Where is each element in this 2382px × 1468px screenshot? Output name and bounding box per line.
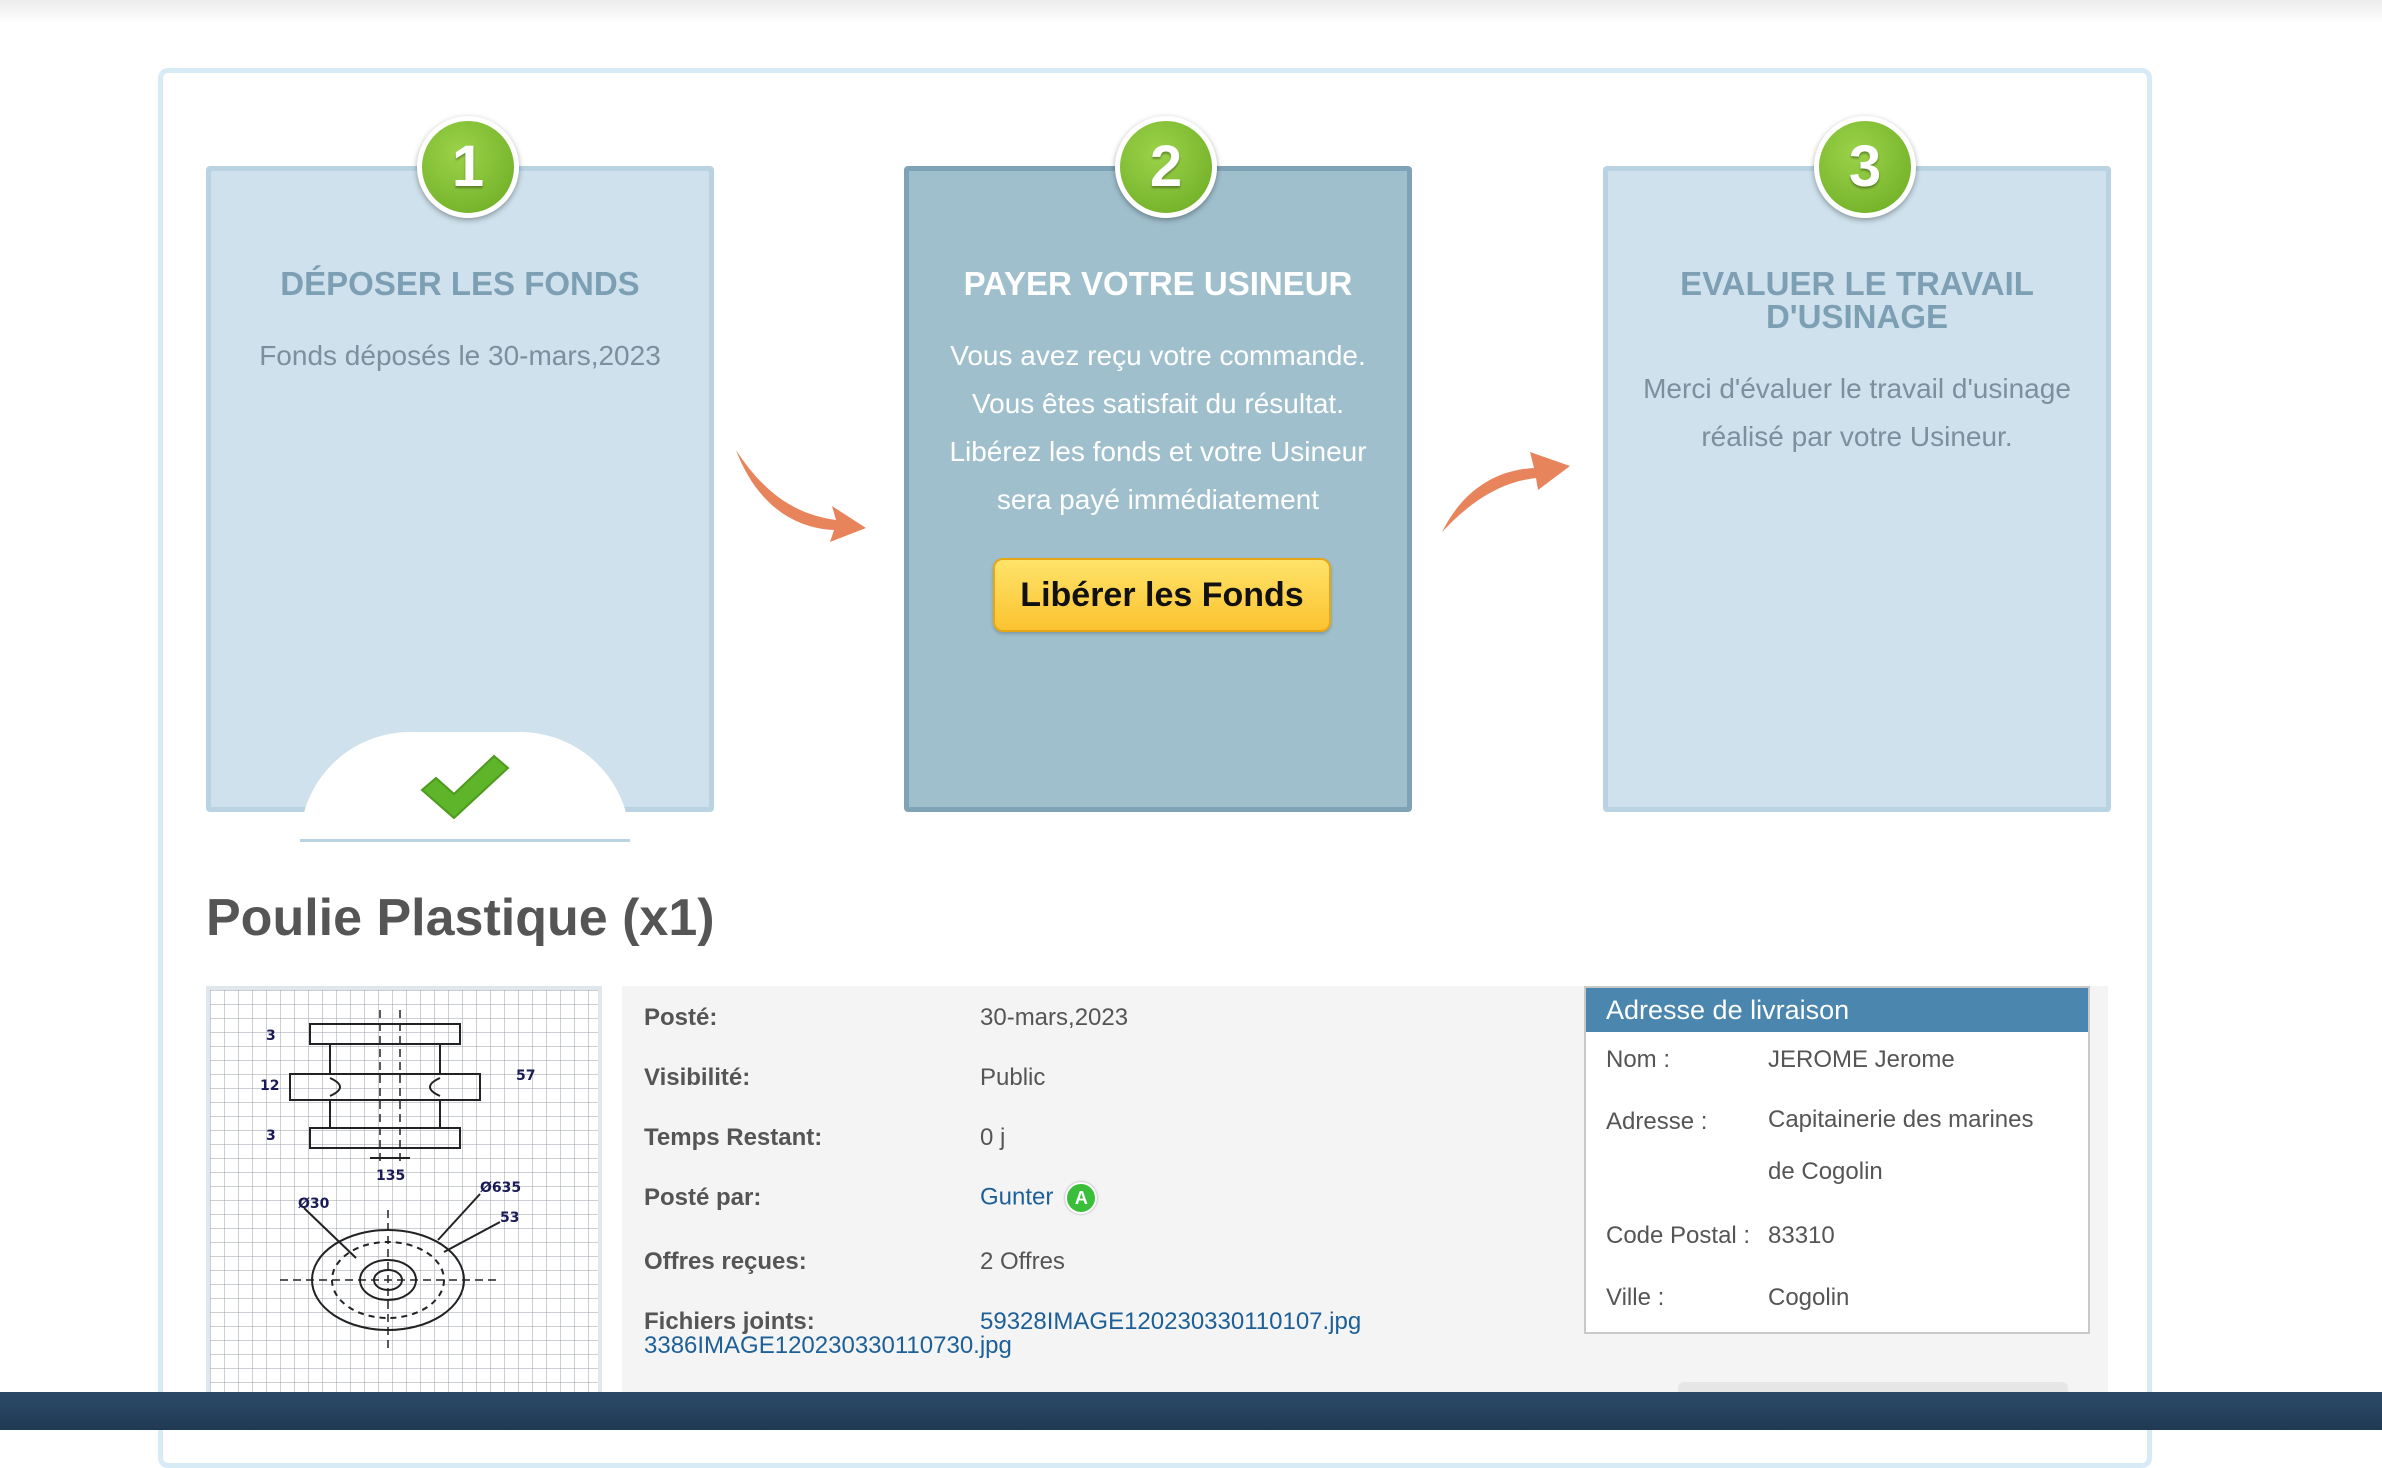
step-3-title-line: D'USINAGE xyxy=(1765,298,1949,335)
step-evaluate-work: EVALUER LE TRAVAIL D'USINAGE Merci d'éva… xyxy=(1603,166,2111,812)
step-3-desc-line: Merci d'évaluer le travail d'usinage xyxy=(1643,373,2071,404)
project-title: Poulie Plastique (x1) xyxy=(206,889,715,947)
step-2-desc-line: Libérez les fonds et votre Usineur xyxy=(949,436,1367,467)
project-drawing-thumbnail[interactable]: 3 12 3 57 135 Ø30 Ø635 53 xyxy=(206,986,602,1396)
step-3-number-badge: 3 xyxy=(1814,116,1916,218)
drawing-label: 53 xyxy=(500,1210,519,1226)
drawing-label: Ø30 xyxy=(298,1196,330,1212)
address-value: JEROME Jerome xyxy=(1768,1046,1955,1073)
detail-label: Offres reçues: xyxy=(644,1248,807,1275)
address-value: Capitainerie des marines xyxy=(1768,1106,2034,1133)
step-2-desc-line: sera payé immédiatement xyxy=(996,484,1320,515)
step-1-description: Fonds déposés le 30-mars,2023 xyxy=(259,340,661,371)
detail-value: Gunter A xyxy=(980,1182,1098,1214)
poster-user-link[interactable]: Gunter xyxy=(980,1183,1053,1210)
address-label: Ville : xyxy=(1606,1284,1665,1311)
shipping-address-title: Adresse de livraison xyxy=(1586,988,2088,1032)
shipping-address-box: Adresse de livraison Nom : JEROME Jerome… xyxy=(1584,986,2090,1334)
step-2-title: PAYER VOTRE USINEUR xyxy=(963,265,1353,302)
check-icon xyxy=(420,754,510,820)
step-3-description: Merci d'évaluer le travail d'usinage réa… xyxy=(1608,365,2106,461)
address-label: Nom : xyxy=(1606,1046,1671,1073)
step-pay-machinist: PAYER VOTRE USINEUR Vous avez reçu votre… xyxy=(904,166,1412,812)
attachment-link[interactable]: 59328IMAGE120230330110107.jpg xyxy=(980,1308,1361,1336)
detail-label: Visibilité: xyxy=(644,1064,751,1091)
attachment-link[interactable]: 3386IMAGE120230330110730.jpg xyxy=(644,1332,1012,1360)
detail-value: 0 j xyxy=(980,1124,1006,1151)
detail-value: 2 Offres xyxy=(980,1248,1065,1275)
detail-value: 30-mars,2023 xyxy=(980,1004,1129,1031)
address-label: Code Postal : xyxy=(1606,1222,1751,1249)
arrow-right-up-icon xyxy=(1442,452,1570,532)
step-1-number-badge: 1 xyxy=(417,116,519,218)
address-label: Adresse : xyxy=(1606,1108,1708,1135)
top-strip xyxy=(0,0,2382,24)
arrow-right-down-icon xyxy=(736,450,866,542)
drawing-label: 3 xyxy=(266,1028,276,1044)
address-value: de Cogolin xyxy=(1768,1158,1883,1185)
step-3-title: EVALUER LE TRAVAIL D'USINAGE xyxy=(1608,267,2106,333)
drawing-label: 3 xyxy=(266,1128,276,1144)
user-badge-icon: A xyxy=(1065,1182,1098,1214)
step-2-number-badge: 2 xyxy=(1115,116,1217,218)
release-funds-button[interactable]: Libérer les Fonds xyxy=(993,558,1331,632)
detail-label: Posté: xyxy=(644,1004,718,1031)
address-value: 83310 xyxy=(1768,1222,1835,1249)
drawing-label: 135 xyxy=(376,1168,405,1184)
detail-label: Temps Restant: xyxy=(644,1124,823,1151)
step-1-title: DÉPOSER LES FONDS xyxy=(280,265,640,302)
step-deposit-funds: DÉPOSER LES FONDS Fonds déposés le 30-ma… xyxy=(206,166,714,812)
step-3-title-line: EVALUER LE TRAVAIL xyxy=(1680,265,2034,302)
detail-value: Public xyxy=(980,1064,1046,1091)
bottom-bar xyxy=(0,1392,2382,1430)
address-value: Cogolin xyxy=(1768,1284,1850,1311)
detail-label: Posté par: xyxy=(644,1184,762,1211)
drawing-label: 12 xyxy=(260,1078,279,1094)
drawing-label: Ø635 xyxy=(480,1180,521,1196)
step-2-desc-line: Vous avez reçu votre commande. xyxy=(950,340,1366,371)
drawing-image: 3 12 3 57 135 Ø30 Ø635 53 xyxy=(210,990,598,1392)
step-2-description: Vous avez reçu votre commande. Vous êtes… xyxy=(909,332,1407,524)
drawing-label: 57 xyxy=(516,1068,535,1084)
step-3-desc-line: réalisé par votre Usineur. xyxy=(1701,421,2013,452)
step-2-desc-line: Vous êtes satisfait du résultat. xyxy=(972,388,1344,419)
